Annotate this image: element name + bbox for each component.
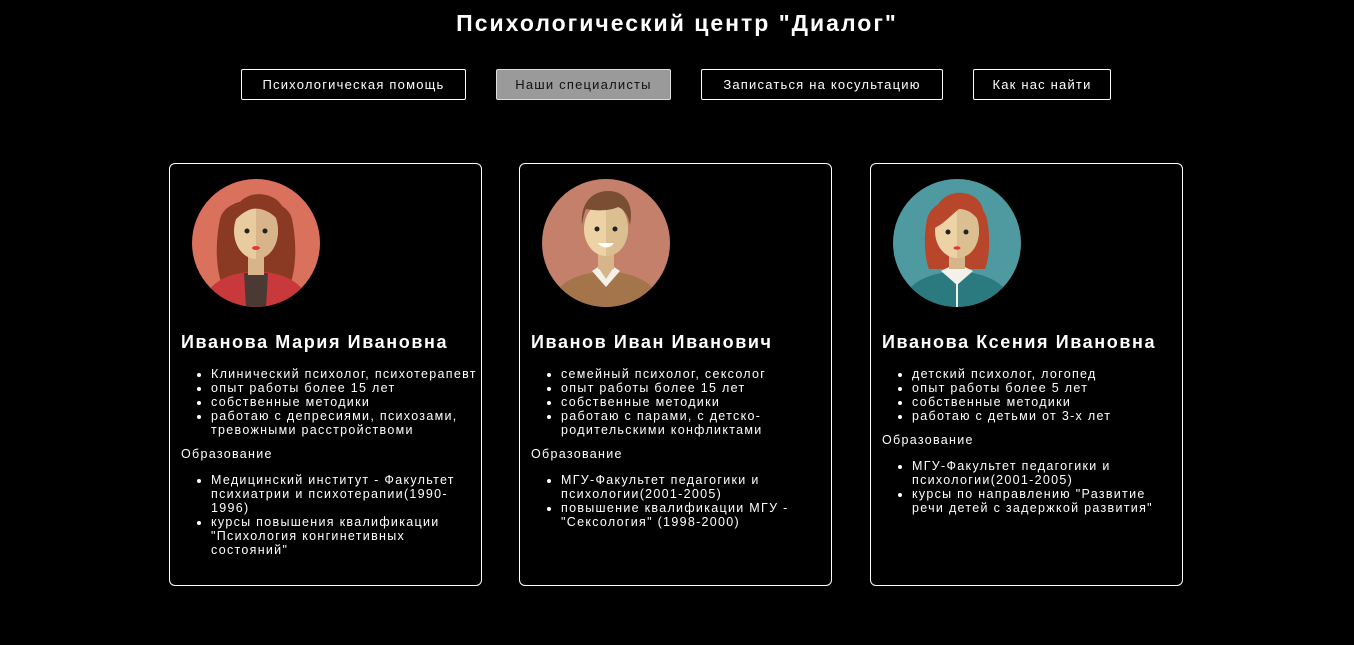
site-title: Психологический центр "Диалог" — [456, 10, 898, 36]
skills-list: семейный психолог, сексолог опыт работы … — [531, 367, 831, 437]
specialist-name: Иванова Мария Ивановна — [181, 332, 449, 352]
specialist-name: Иванова Ксения Ивановна — [882, 332, 1157, 352]
nav-our-specialists-button[interactable]: Наши специалисты — [496, 69, 671, 100]
list-item: детский психолог, логопед — [912, 367, 1182, 381]
education-heading: Образование — [181, 447, 273, 461]
nav-psychological-help-button[interactable]: Психологическая помощь — [241, 69, 466, 100]
list-item: собственные методики — [211, 395, 481, 409]
list-item: собственные методики — [912, 395, 1182, 409]
education-list: МГУ-Факультет педагогики и психологии(20… — [531, 473, 831, 529]
specialist-details: Клинический психолог, психотерапевт опыт… — [181, 367, 481, 557]
list-item: опыт работы более 15 лет — [211, 381, 481, 395]
education-heading: Образование — [531, 447, 623, 461]
list-item: работаю с детьми от 3-х лет — [912, 409, 1182, 423]
main-nav: Психологическая помощь Наши специалисты … — [0, 69, 1354, 100]
nav-book-consultation-button[interactable]: Записаться на косультацию — [701, 69, 943, 100]
education-list: МГУ-Факультет педагогики и психологии(20… — [882, 459, 1182, 515]
specialist-card: Иванова Мария Ивановна Клинический психо… — [169, 163, 482, 586]
list-item: Медицинский институт - Факультет психиат… — [211, 473, 481, 515]
man-avatar-icon — [542, 179, 670, 307]
nav-how-to-find-us-button[interactable]: Как нас найти — [973, 69, 1111, 100]
list-item: курсы по направлению "Развитие речи дете… — [912, 487, 1182, 515]
list-item: Клинический психолог, психотерапевт — [211, 367, 481, 381]
specialist-card: Иванова Ксения Ивановна детский психолог… — [870, 163, 1183, 586]
education-list: Медицинский институт - Факультет психиат… — [181, 473, 481, 557]
list-item: собственные методики — [561, 395, 831, 409]
list-item: семейный психолог, сексолог — [561, 367, 831, 381]
specialist-details: детский психолог, логопед опыт работы бо… — [882, 367, 1182, 515]
specialist-details: семейный психолог, сексолог опыт работы … — [531, 367, 831, 529]
list-item: МГУ-Факультет педагогики и психологии(20… — [912, 459, 1182, 487]
specialist-name: Иванов Иван Иванович — [531, 332, 773, 352]
list-item: работаю с парами, с детско-родительскими… — [561, 409, 831, 437]
specialist-card: Иванов Иван Иванович семейный психолог, … — [519, 163, 832, 586]
list-item: опыт работы более 15 лет — [561, 381, 831, 395]
skills-list: детский психолог, логопед опыт работы бо… — [882, 367, 1182, 423]
list-item: опыт работы более 5 лет — [912, 381, 1182, 395]
skills-list: Клинический психолог, психотерапевт опыт… — [181, 367, 481, 437]
list-item: МГУ-Факультет педагогики и психологии(20… — [561, 473, 831, 501]
education-heading: Образование — [882, 433, 974, 447]
list-item: повышение квалификации МГУ - "Сексология… — [561, 501, 831, 529]
list-item: курсы повышения квалификации "Психология… — [211, 515, 481, 557]
page: Психологический центр "Диалог" Психологи… — [0, 0, 1354, 645]
list-item: работаю с депресиями, психозами, тревожн… — [211, 409, 481, 437]
woman-avatar-curly-hair-icon — [192, 179, 320, 307]
woman-avatar-red-hair-icon — [893, 179, 1021, 307]
